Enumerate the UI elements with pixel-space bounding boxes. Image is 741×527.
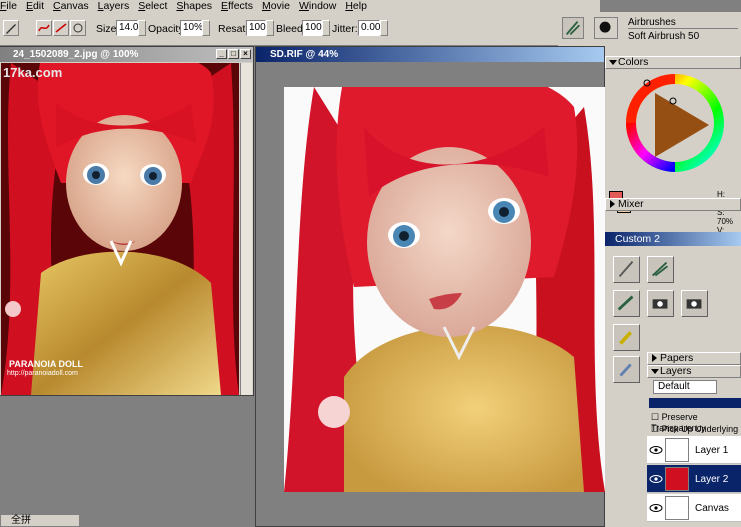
opacity-spinner[interactable] (202, 20, 210, 36)
painting-canvas[interactable] (284, 87, 605, 492)
layer-opacity-slider[interactable] (649, 398, 741, 408)
close-icon[interactable]: × (240, 49, 251, 59)
reference-titlebar[interactable]: 24_1502089_2.jpg @ 100% _ □ × (0, 47, 253, 62)
canvas-document-window: SD.RIF @ 44% (255, 46, 605, 527)
camera-cloner-icon[interactable] (647, 290, 674, 317)
composite-method-select[interactable]: Default (653, 380, 717, 394)
reference-image: 17ka.com PARANOIA DOLL http://paranoiado… (1, 63, 239, 395)
pencil-variant-icon[interactable] (613, 256, 640, 283)
layers-panel-title: Layers (660, 365, 692, 377)
jitter-spinner[interactable] (380, 20, 388, 36)
brush-variant[interactable]: Soft Airbrush 50 (628, 31, 738, 43)
resat-field[interactable]: 100 (246, 20, 266, 36)
ime-label: 全拼 (11, 515, 31, 526)
layer-thumbnail (665, 496, 689, 520)
custom-palette-header[interactable]: Custom 2 (605, 232, 741, 246)
watermark-text: 17ka.com (3, 65, 63, 80)
menu-effects[interactable]: Effects (221, 0, 253, 12)
size-spinner[interactable] (138, 20, 146, 36)
menu-help[interactable]: Help (345, 0, 367, 12)
resat-label: Resat: (218, 23, 249, 35)
freehand-stroke-icon[interactable] (36, 20, 52, 36)
menu-canvas[interactable]: Canvas (53, 0, 89, 12)
menu-shapes[interactable]: Shapes (176, 0, 212, 12)
menu-file[interactable]: File (0, 0, 17, 12)
layer-row-2[interactable]: Layer 2 (647, 465, 741, 493)
jitter-field[interactable]: 0.00 (358, 20, 380, 36)
mixer-panel-title: Mixer (618, 198, 644, 210)
size-field[interactable]: 14.0 (116, 20, 138, 36)
digital-airbrush-icon[interactable] (613, 290, 640, 317)
layers-panel-header[interactable]: Layers (647, 365, 741, 378)
layer-name: Layer 2 (695, 474, 729, 485)
brush-category-icon[interactable] (562, 17, 584, 39)
blender-variant-icon[interactable] (613, 356, 640, 383)
menu-window[interactable]: Window (299, 0, 336, 12)
colors-panel-title: Colors (618, 56, 649, 68)
airbrush-variant-icon[interactable] (647, 256, 674, 283)
layer-name: Canvas (695, 503, 729, 514)
colors-panel-header[interactable]: Colors (605, 56, 741, 69)
layer-thumbnail (665, 467, 689, 491)
layer-name: Layer 1 (695, 445, 729, 456)
reference-vertical-scrollbar[interactable] (240, 63, 252, 395)
mixer-panel-header[interactable]: Mixer (605, 198, 741, 211)
layer-thumbnail (665, 438, 689, 462)
visibility-eye-icon[interactable] (649, 445, 663, 455)
menu-movie[interactable]: Movie (262, 0, 290, 12)
papers-panel-title: Papers (660, 352, 694, 364)
property-bar: Size: 14.0 Opacity: 10% Resat: 100 Bleed… (0, 12, 600, 46)
brand-url: http://paranoiadoll.com (7, 370, 78, 377)
right-panel-area: Colors H: 40% S: 70% V: 79% (605, 46, 741, 527)
custom-palette-title: Custom 2 (615, 233, 660, 245)
minimize-icon[interactable]: _ (216, 49, 227, 59)
visibility-eye-icon[interactable] (649, 474, 663, 484)
menu-edit[interactable]: Edit (26, 0, 44, 12)
brush-dab-icon[interactable] (594, 17, 618, 39)
hue-ring[interactable] (625, 73, 725, 173)
brush-selector: Airbrushes Soft Airbrush 50 (558, 12, 741, 46)
straight-line-icon[interactable] (53, 20, 69, 36)
menu-layers[interactable]: Layers (98, 0, 130, 12)
visibility-eye-icon[interactable] (649, 503, 663, 513)
composite-method-value: Default (658, 381, 690, 392)
brand-text: PARANOIA DOLL (9, 359, 83, 369)
bleed-spinner[interactable] (322, 20, 330, 36)
reference-document-window: 24_1502089_2.jpg @ 100% _ □ × 17ka.com PAR… (0, 46, 254, 396)
maximize-icon[interactable]: □ (228, 49, 239, 59)
camera-cloner-2-icon[interactable] (681, 290, 708, 317)
canvas-titlebar[interactable]: SD.RIF @ 44% (256, 47, 604, 62)
canvas-title: SD.RIF @ 44% (270, 49, 339, 60)
layers-panel: Default ☐ Preserve Transparency ☐ Pick U… (647, 378, 741, 527)
brush-category[interactable]: Airbrushes (628, 17, 738, 29)
menu-bar: File Edit Canvas Layers Select Shapes Ef… (0, 0, 600, 12)
bleed-field[interactable]: 100 (302, 20, 322, 36)
marker-variant-icon[interactable] (613, 324, 640, 351)
ime-bar[interactable]: 全拼 (0, 514, 80, 527)
layer-row-canvas[interactable]: Canvas (647, 494, 741, 522)
opacity-field[interactable]: 10% (180, 20, 203, 36)
layer-row-1[interactable]: Layer 1 (647, 436, 741, 464)
colors-panel: H: 40% S: 70% V: 79% (605, 69, 741, 244)
menu-select[interactable]: Select (138, 0, 167, 12)
reset-tool-icon[interactable] (70, 20, 86, 36)
reference-title: 24_1502089_2.jpg @ 100% (13, 49, 139, 60)
brush-tool-icon[interactable] (3, 20, 19, 36)
papers-panel-header[interactable]: Papers (647, 352, 741, 365)
resat-spinner[interactable] (266, 20, 274, 36)
jitter-label: Jitter: (332, 23, 358, 35)
